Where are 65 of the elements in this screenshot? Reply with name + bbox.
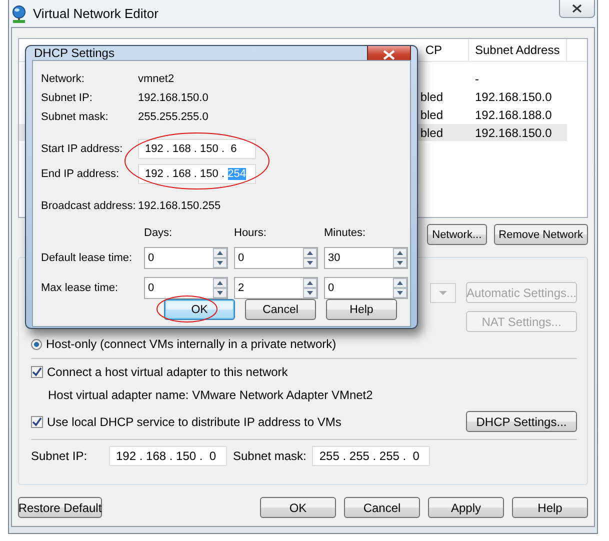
- checkbox-label: Use local DHCP service to distribute IP address to VMs: [47, 414, 342, 428]
- field-label: End IP address:: [41, 168, 120, 180]
- table-cell: bled: [420, 90, 443, 104]
- field-label: Subnet mask:: [233, 449, 306, 463]
- window-title: Virtual Network Editor: [33, 6, 158, 21]
- checkbox-label: Connect a host virtual adapter to this network: [47, 365, 288, 379]
- spin-field[interactable]: 0: [144, 247, 228, 269]
- dialog-button[interactable]: Cancel: [245, 299, 316, 320]
- dropdown-arrow-icon: [439, 290, 447, 294]
- network-button[interactable]: Network...: [427, 224, 487, 245]
- ip-field[interactable]: 192 . 168 . 150 . 0: [109, 446, 227, 466]
- spin-field[interactable]: 0: [144, 277, 228, 299]
- remove-network-button[interactable]: Remove Network: [494, 224, 588, 245]
- info-value: vmnet2: [138, 72, 174, 84]
- ip-field[interactable]: 255 . 255 . 255 . 0: [312, 446, 430, 466]
- checkbox[interactable]: [31, 366, 43, 378]
- info-value: 192.168.150.255: [138, 200, 221, 212]
- info-value: 255.255.255.0: [138, 110, 208, 122]
- field-label: Subnet IP:: [31, 449, 88, 463]
- info-label: Broadcast address:: [41, 200, 137, 212]
- spin-field[interactable]: 2: [234, 277, 318, 299]
- dialog-title: DHCP Settings: [34, 46, 114, 60]
- info-label: Network:: [41, 72, 86, 84]
- dialog-button[interactable]: Help: [326, 299, 397, 320]
- dialog-button[interactable]: OK: [164, 299, 235, 320]
- column-header[interactable]: Subnet Address: [469, 39, 567, 61]
- info-label: Subnet IP:: [41, 92, 94, 104]
- adapter-name-text: Host virtual adapter name: VMware Network Adapter VMnet2: [47, 388, 374, 402]
- table-cell: 192.168.150.0: [475, 90, 552, 104]
- spinner-icon: [303, 278, 317, 298]
- info-value: 192.168.150.0: [138, 92, 208, 104]
- table-cell: bled: [420, 108, 443, 122]
- dialog-button[interactable]: Cancel: [344, 497, 420, 518]
- checkbox[interactable]: [31, 416, 43, 428]
- dialog-button[interactable]: OK: [260, 497, 336, 518]
- info-label: Subnet mask:: [41, 110, 110, 122]
- spinner-icon: [213, 278, 227, 298]
- column-label: Hours:: [234, 227, 268, 239]
- spinner-icon: [303, 248, 317, 268]
- column-label: Minutes:: [324, 227, 367, 239]
- spin-field[interactable]: 30: [324, 247, 408, 269]
- table-cell: 192.168.188.0: [475, 108, 552, 122]
- close-icon: [572, 4, 582, 13]
- dialog-button[interactable]: Help: [512, 497, 588, 518]
- spinner-icon: [393, 248, 407, 268]
- column-label: Days:: [144, 227, 174, 239]
- close-icon: [383, 50, 395, 60]
- spinner-icon: [213, 248, 227, 268]
- dialog-button[interactable]: Apply: [428, 497, 504, 518]
- spin-field[interactable]: 0: [324, 277, 408, 299]
- radio-label: Host-only (connect VMs internally in a private network): [46, 337, 336, 351]
- table-cell: 192.168.150.0: [475, 126, 552, 140]
- globe-icon: [11, 4, 27, 22]
- radio-button[interactable]: [31, 338, 42, 350]
- field-label: Max lease time:: [41, 282, 120, 294]
- field-label: Default lease time:: [41, 252, 134, 264]
- close-button[interactable]: [559, 0, 595, 18]
- ip-field[interactable]: 192 . 168 . 150 . 254: [138, 164, 256, 184]
- table-cell: bled: [420, 126, 443, 140]
- spinner-icon: [393, 278, 407, 298]
- dialog-button[interactable]: Restore Default: [18, 497, 102, 518]
- spin-field[interactable]: 0: [234, 247, 318, 269]
- ip-field[interactable]: 192 . 168 . 150 . 6: [138, 138, 256, 158]
- dhcp-settings-button[interactable]: DHCP Settings...: [466, 411, 577, 432]
- field-label: Start IP address:: [41, 142, 124, 154]
